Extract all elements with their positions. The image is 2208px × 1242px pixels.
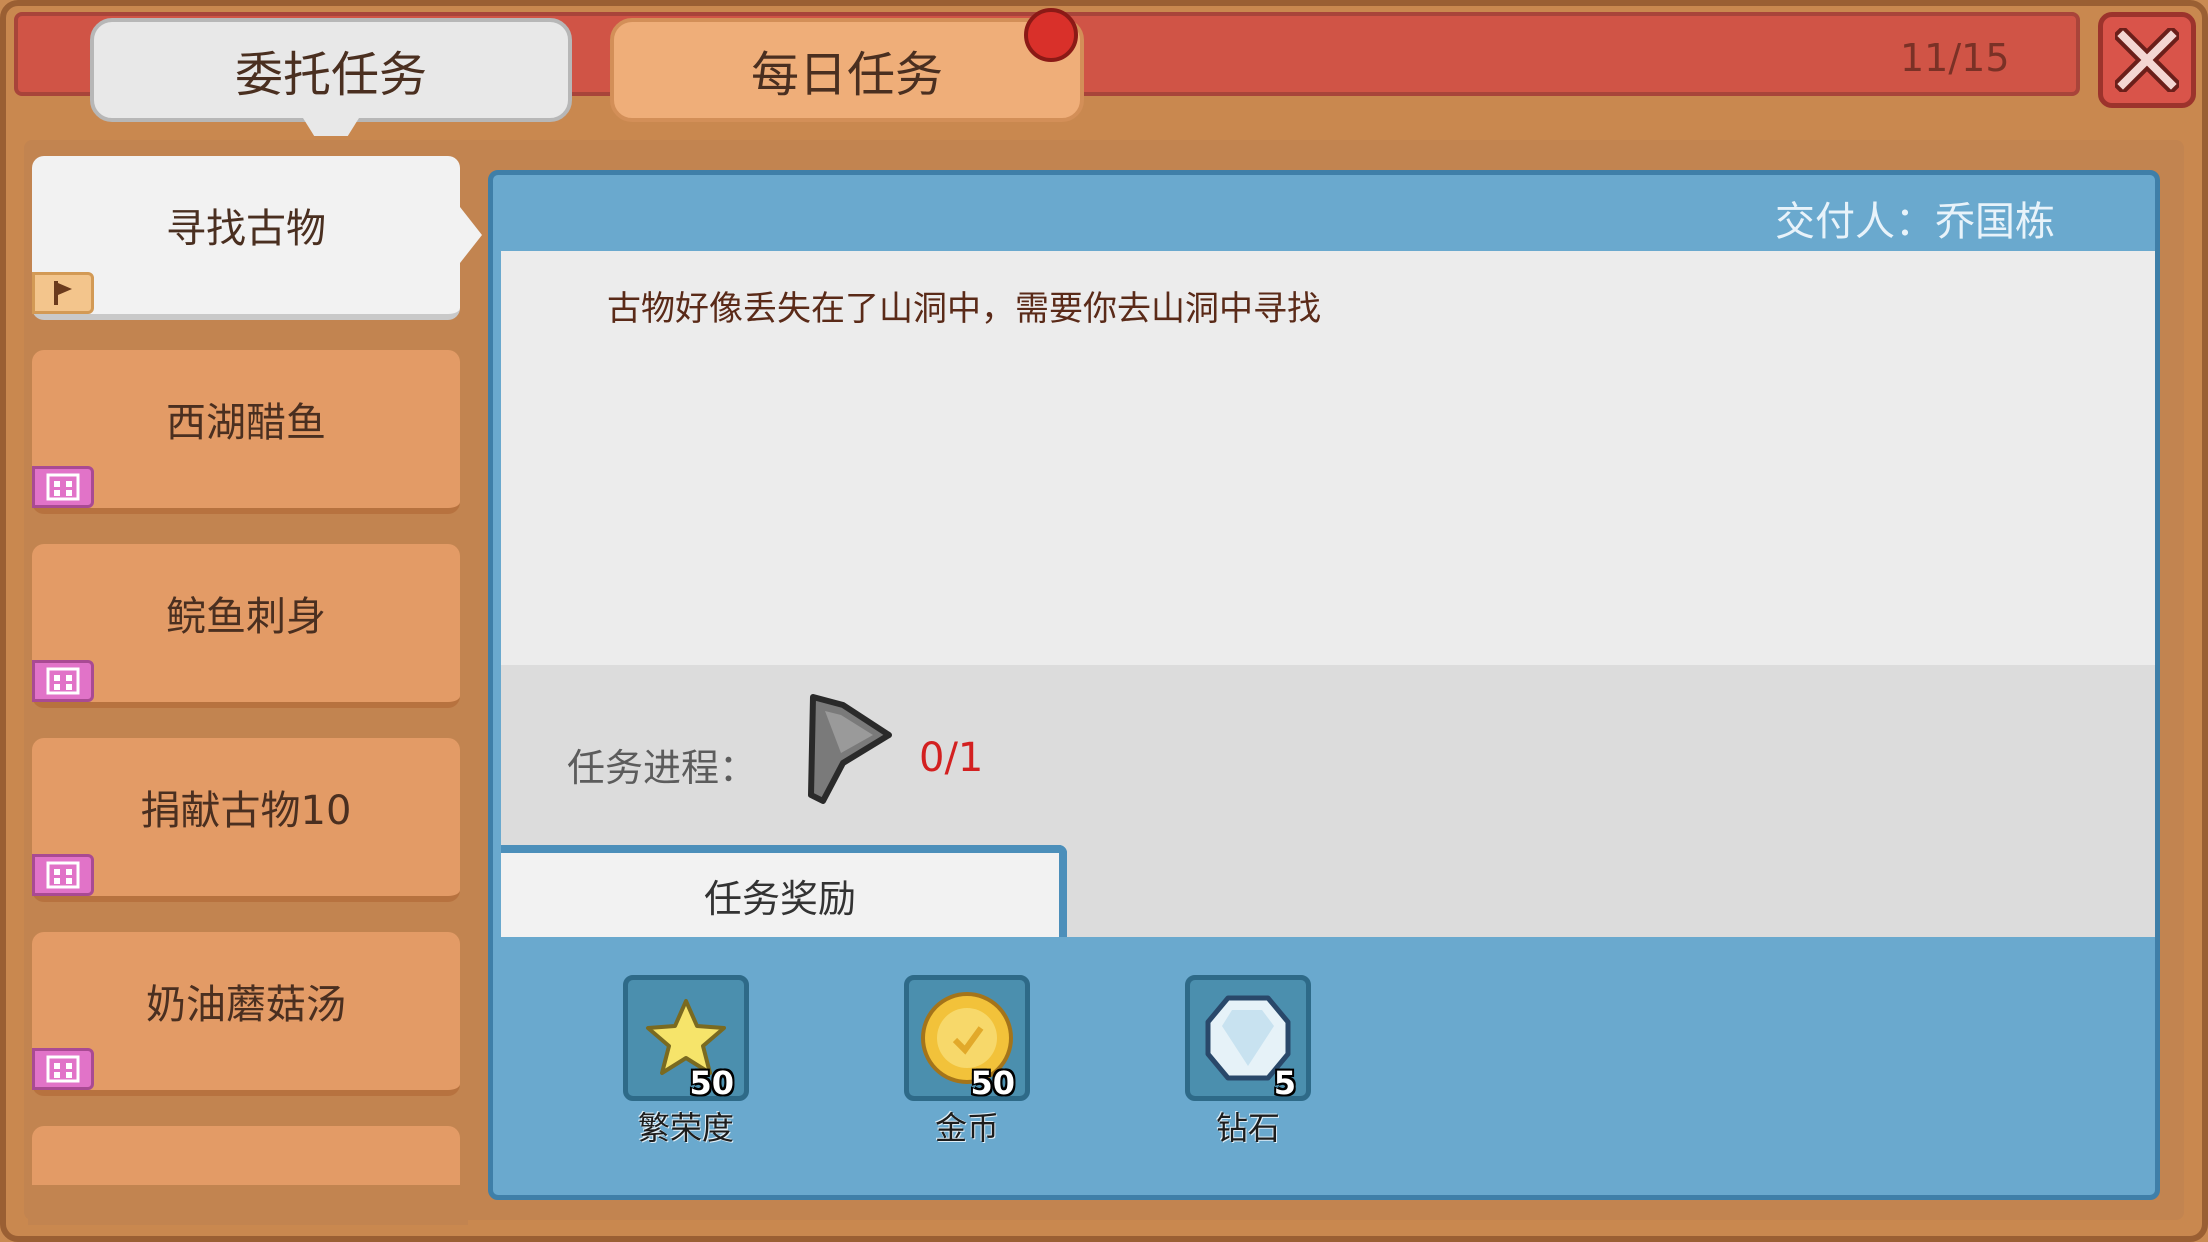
quest-description: 古物好像丢失在了山洞中，需要你去山洞中寻找	[607, 289, 1321, 329]
flag-icon	[32, 272, 94, 314]
reward-slot: 50	[904, 975, 1030, 1102]
quest-detail-panel: 交付人：乔国栋 古物好像丢失在了山洞中，需要你去山洞中寻找 任务进程： 0/1 …	[488, 170, 2160, 1200]
quest-counter: 11/15	[1900, 36, 2010, 80]
quest-item-2[interactable]: 鲩鱼刺身	[32, 544, 460, 708]
reward-title: 任务奖励	[703, 876, 856, 921]
reward-slot: 5	[1185, 975, 1311, 1102]
tab-commission-label: 委托任务	[234, 47, 427, 103]
quest-item-label: 捐献古物10	[140, 788, 352, 834]
relic-shard-icon	[808, 694, 892, 804]
quest-item-label: 西湖醋鱼	[166, 400, 326, 446]
reward-item-gold[interactable]: 50 金币	[901, 975, 1033, 1149]
calendar-icon	[32, 1048, 94, 1090]
calendar-icon	[32, 466, 94, 508]
close-button[interactable]	[2098, 12, 2196, 108]
tab-commission-quests[interactable]: 委托任务	[90, 18, 572, 122]
quest-item-0[interactable]: 寻找古物	[32, 156, 482, 320]
quest-item-3[interactable]: 捐献古物10	[32, 738, 460, 902]
reward-name: 金币	[934, 1109, 999, 1147]
quest-item-4[interactable]: 奶油蘑菇汤	[32, 932, 460, 1096]
quest-item-label: 鲩鱼刺身	[166, 594, 326, 640]
progress-label: 任务进程：	[567, 746, 758, 790]
calendar-icon	[32, 660, 94, 702]
quest-item-1[interactable]: 西湖醋鱼	[32, 350, 460, 514]
tab-daily-label: 每日任务	[750, 47, 943, 103]
quest-item-label: 寻找古物	[166, 206, 326, 252]
quest-item-label: 奶油蘑菇汤	[146, 982, 346, 1028]
tab-daily-quests[interactable]: 每日任务	[610, 18, 1084, 122]
reward-title-tab: 任务奖励	[501, 845, 1067, 937]
quest-giver: 交付人：乔国栋	[1775, 199, 2055, 245]
reward-name: 钻石	[1215, 1109, 1280, 1147]
close-icon	[2115, 28, 2179, 92]
list-bottom-edge	[28, 1185, 468, 1225]
progress-value: 0/1	[919, 735, 984, 781]
reward-item-diamond[interactable]: 5 钻石	[1182, 975, 1314, 1149]
reward-count: 5	[1273, 1064, 1296, 1102]
reward-item-prosperity[interactable]: 50 繁荣度	[620, 975, 752, 1149]
reward-name: 繁荣度	[637, 1109, 734, 1147]
notification-dot	[1024, 8, 1078, 62]
reward-slot: 50	[623, 975, 749, 1102]
reward-count: 50	[970, 1064, 1015, 1102]
calendar-icon	[32, 854, 94, 896]
reward-count: 50	[689, 1064, 734, 1102]
